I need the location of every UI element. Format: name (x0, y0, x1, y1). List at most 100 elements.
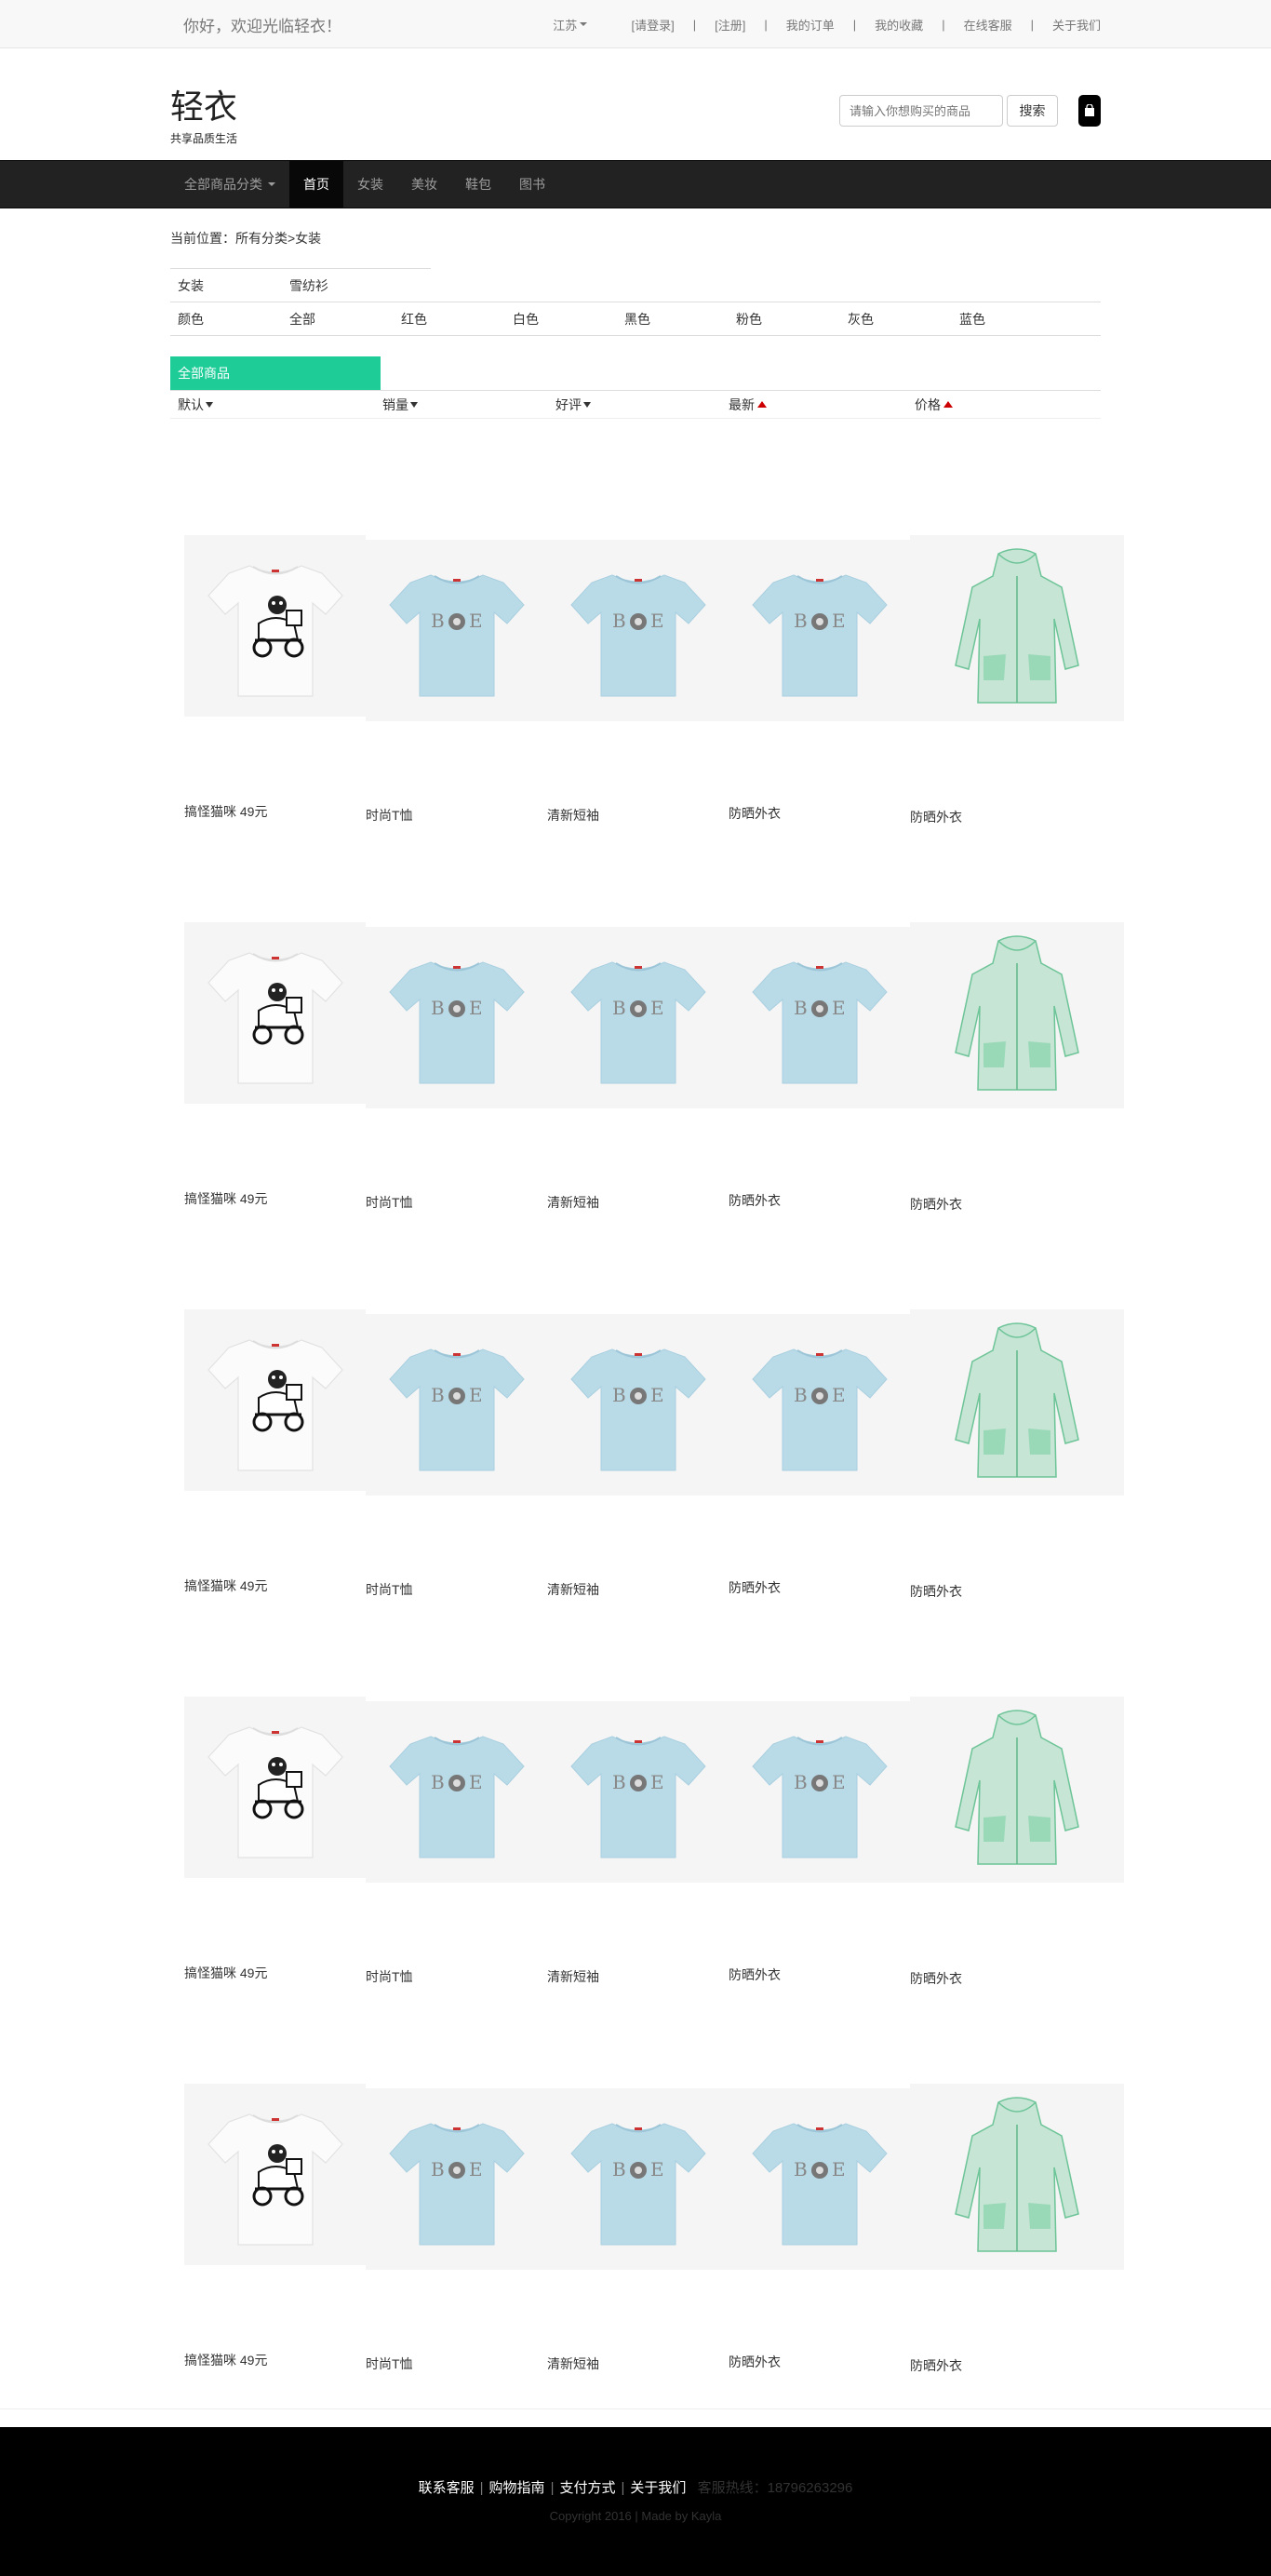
color-option-all[interactable]: 全部 (282, 310, 394, 329)
search-button[interactable]: 搜索 (1007, 95, 1058, 127)
product-title[interactable]: 防晒外衣 (729, 1578, 781, 1597)
product-title[interactable]: 搞怪猫咪 49元 (184, 1964, 267, 1982)
white-tshirt-cat-image (207, 2113, 343, 2246)
product-card[interactable]: BE (547, 1314, 729, 1496)
product-title[interactable]: 搞怪猫咪 49元 (184, 1576, 267, 1595)
product-title[interactable]: 清新短袖 (547, 2355, 599, 2373)
svg-text:B: B (794, 610, 808, 632)
green-jacket-image (955, 548, 1079, 704)
site-logo[interactable]: 轻衣 (170, 80, 237, 128)
product-title[interactable]: 防晒外衣 (729, 2353, 781, 2371)
product-card[interactable]: BE (366, 927, 547, 1108)
my-orders-link[interactable]: 我的订单 (786, 16, 835, 34)
product-card[interactable] (184, 2084, 366, 2265)
product-card[interactable]: BE (729, 2088, 910, 2270)
product-title[interactable]: 防晒外衣 (910, 1195, 962, 1214)
product-card[interactable]: BE (729, 927, 910, 1108)
nav-books[interactable]: 图书 (505, 161, 559, 208)
nav-all-categories[interactable]: 全部商品分类 (170, 161, 289, 208)
nav-home[interactable]: 首页 (289, 161, 343, 208)
product-title[interactable]: 防晒外衣 (729, 1191, 781, 1210)
sort-rating[interactable]: 好评 (555, 396, 729, 414)
product-card[interactable] (910, 922, 1124, 1108)
product-title[interactable]: 清新短袖 (547, 806, 599, 825)
product-title[interactable]: 清新短袖 (547, 1193, 599, 1212)
product-card[interactable]: BE (547, 2088, 729, 2270)
color-option-gray[interactable]: 灰色 (840, 310, 952, 329)
product-title[interactable]: 防晒外衣 (729, 1966, 781, 1984)
product-title[interactable]: 时尚T恤 (366, 806, 413, 825)
product-card[interactable] (910, 2084, 1124, 2270)
product-title[interactable]: 防晒外衣 (910, 2356, 962, 2375)
sort-sales[interactable]: 销量 (382, 396, 555, 414)
product-card[interactable] (184, 1309, 366, 1491)
product-card[interactable]: BE (729, 540, 910, 721)
color-option-blue[interactable]: 蓝色 (952, 310, 1064, 329)
footer-link-about[interactable]: 关于我们 (630, 2480, 686, 2496)
filter-category-option[interactable]: 雪纺衫 (282, 276, 394, 295)
product-title[interactable]: 时尚T恤 (366, 1193, 413, 1212)
shopping-bag-icon (1085, 104, 1094, 116)
product-title[interactable]: 时尚T恤 (366, 1580, 413, 1599)
product-card[interactable] (910, 1309, 1124, 1496)
product-title[interactable]: 时尚T恤 (366, 2355, 413, 2373)
register-link[interactable]: [注册] (715, 16, 745, 34)
color-option-black[interactable]: 黑色 (617, 310, 729, 329)
my-favorites-link[interactable]: 我的收藏 (875, 16, 923, 34)
chevron-down-icon (268, 182, 275, 186)
nav-womens-clothing[interactable]: 女装 (343, 161, 397, 208)
sort-default[interactable]: 默认 (170, 396, 382, 414)
product-card[interactable]: BE (366, 1701, 547, 1883)
product-card[interactable]: BE (547, 927, 729, 1108)
blue-tshirt-image: BE (569, 1348, 706, 1470)
sort-newest[interactable]: 最新 (729, 396, 915, 414)
product-card[interactable]: BE (729, 1701, 910, 1883)
product-title[interactable]: 防晒外衣 (910, 1582, 962, 1601)
blue-tshirt-image: BE (569, 2122, 706, 2245)
product-card[interactable] (184, 535, 366, 717)
svg-text:B: B (431, 2158, 445, 2180)
product-title[interactable]: 清新短袖 (547, 1967, 599, 1986)
product-card[interactable]: BE (366, 1314, 547, 1496)
about-us-link[interactable]: 关于我们 (1052, 16, 1101, 34)
product-title[interactable]: 防晒外衣 (910, 1969, 962, 1988)
product-card[interactable]: BE (366, 540, 547, 721)
product-title[interactable]: 防晒外衣 (910, 808, 962, 826)
product-card[interactable]: BE (366, 2088, 547, 2270)
blue-tshirt-image: BE (751, 573, 888, 696)
product-card[interactable]: BE (547, 540, 729, 721)
svg-text:B: B (612, 997, 626, 1019)
color-option-pink[interactable]: 粉色 (729, 310, 840, 329)
color-option-red[interactable]: 红色 (394, 310, 505, 329)
nav-beauty[interactable]: 美妆 (397, 161, 451, 208)
product-card[interactable]: BE (729, 1314, 910, 1496)
login-link[interactable]: [请登录] (632, 16, 675, 34)
color-option-white[interactable]: 白色 (505, 310, 617, 329)
product-card[interactable] (910, 1697, 1124, 1883)
online-service-link[interactable]: 在线客服 (964, 16, 1012, 34)
product-title[interactable]: 防晒外衣 (729, 804, 781, 823)
product-card[interactable] (184, 922, 366, 1104)
cart-button[interactable] (1078, 95, 1101, 127)
sort-price[interactable]: 价格 (915, 396, 953, 414)
footer-link-guide[interactable]: 购物指南 (489, 2480, 545, 2496)
footer-link-payment[interactable]: 支付方式 (559, 2480, 615, 2496)
green-jacket-image (955, 2097, 1079, 2252)
footer-link-contact[interactable]: 联系客服 (419, 2480, 475, 2496)
region-selector[interactable]: 江苏 (553, 16, 588, 34)
svg-text:B: B (612, 1384, 626, 1406)
product-card[interactable] (184, 1697, 366, 1878)
nav-shoes-bags[interactable]: 鞋包 (451, 161, 505, 208)
section-title-all-products[interactable]: 全部商品 (170, 356, 381, 390)
svg-text:B: B (794, 997, 808, 1019)
product-title[interactable]: 搞怪猫咪 49元 (184, 1189, 267, 1208)
product-title[interactable]: 时尚T恤 (366, 1967, 413, 1986)
product-title[interactable]: 搞怪猫咪 49元 (184, 802, 267, 821)
arrow-up-icon (943, 401, 953, 408)
product-title[interactable]: 清新短袖 (547, 1580, 599, 1599)
product-card[interactable] (910, 535, 1124, 721)
product-card[interactable]: BE (547, 1701, 729, 1883)
search-input[interactable] (839, 95, 1003, 127)
svg-text:B: B (431, 610, 445, 632)
product-title[interactable]: 搞怪猫咪 49元 (184, 2351, 267, 2369)
